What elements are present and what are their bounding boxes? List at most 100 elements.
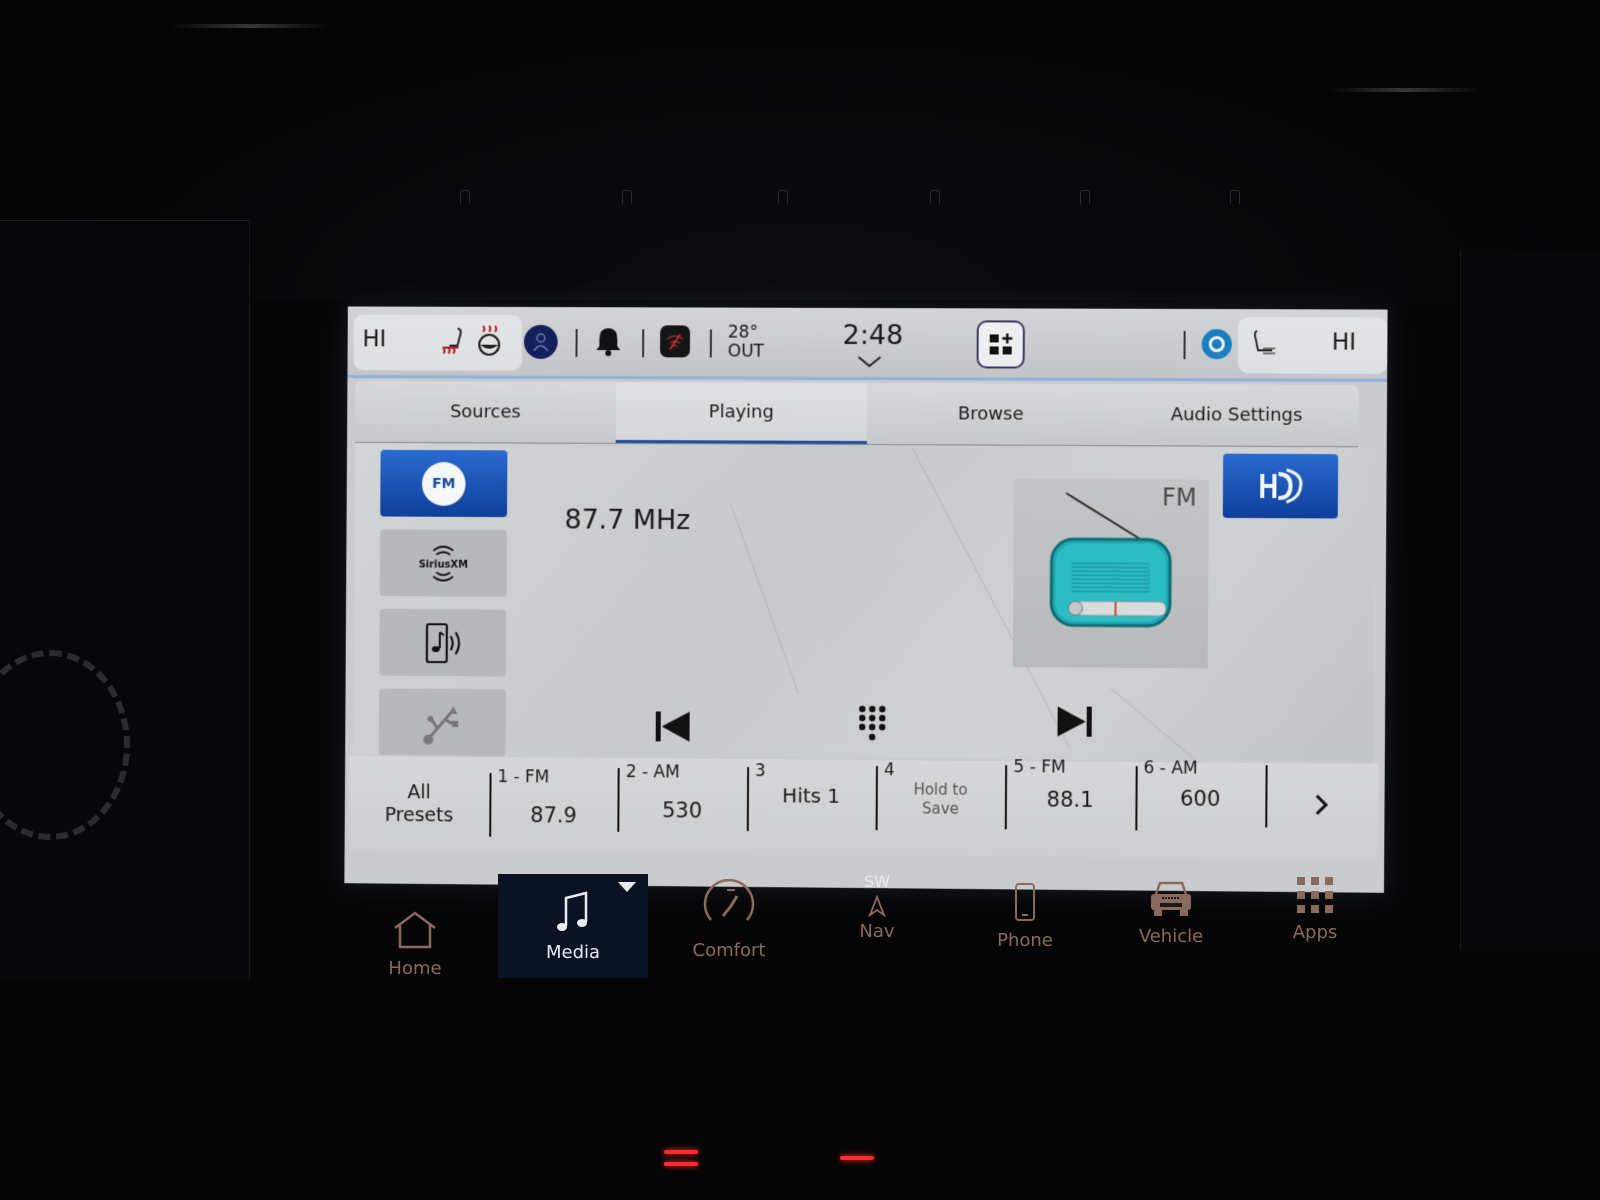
- divider: [709, 329, 712, 358]
- previous-track-icon: [655, 711, 690, 742]
- tab-sources[interactable]: Sources: [355, 381, 616, 443]
- clock[interactable]: 2:48: [843, 320, 904, 351]
- nav-vehicle[interactable]: Vehicle: [1096, 858, 1246, 968]
- nav-label: Apps: [1292, 922, 1338, 943]
- preset-value: 87.9: [530, 803, 577, 828]
- all-presets-label: Presets: [384, 803, 454, 827]
- nav-apps[interactable]: Apps: [1240, 854, 1390, 964]
- fm-icon: FM: [421, 461, 466, 506]
- usb-icon: [417, 699, 467, 745]
- nav-label: Media: [545, 942, 601, 963]
- status-bar: HI 28° OUT 2:48 HI: [347, 306, 1388, 382]
- alexa-icon[interactable]: [1201, 329, 1232, 360]
- hd-radio-icon: [1256, 466, 1305, 506]
- dropdown-caret-icon[interactable]: [618, 882, 636, 892]
- vehicle-icon: [1148, 858, 1194, 922]
- preset-4[interactable]: 4 Hold to Save: [875, 760, 1005, 857]
- heated-steering-wheel-icon[interactable]: [474, 323, 504, 359]
- preset-hint-line: Save: [921, 799, 959, 818]
- preset-hint: Hold to Save: [876, 780, 1006, 819]
- driver-profile-icon[interactable]: [523, 324, 558, 359]
- keypad-button[interactable]: [852, 702, 892, 746]
- preset-number: 1 - FM: [497, 767, 550, 788]
- next-button[interactable]: [1052, 701, 1096, 741]
- preset-number: 4: [883, 760, 895, 781]
- tab-playing[interactable]: Playing: [615, 382, 868, 445]
- preset-6[interactable]: 6 - AM 600: [1134, 758, 1266, 859]
- dashboard-left-panel: [0, 220, 250, 980]
- dashboard-right-panel: [1460, 250, 1600, 950]
- siriusxm-icon: SiriusXM: [419, 540, 468, 586]
- previous-button[interactable]: [651, 706, 695, 746]
- chevron-down-icon[interactable]: [856, 354, 882, 368]
- vent-edge: [1330, 88, 1480, 92]
- all-presets-label: All: [407, 781, 431, 804]
- preset-1[interactable]: 1 - FM 87.9: [489, 757, 618, 854]
- background-texture: [730, 505, 799, 694]
- preset-2[interactable]: 2 - AM 530: [617, 758, 747, 855]
- media-tabs: Sources Playing Browse Audio Settings: [354, 381, 1359, 448]
- vent-tab: [1080, 190, 1090, 204]
- chevron-right-icon: [1314, 793, 1330, 817]
- nav-label: Phone: [997, 930, 1053, 951]
- vent-edge: [170, 24, 330, 28]
- outside-temp-value: 28°: [727, 322, 758, 343]
- wifi-off-icon[interactable]: [659, 325, 691, 358]
- nav-phone[interactable]: Phone: [950, 862, 1100, 972]
- indicator-led: [840, 1156, 874, 1160]
- comfort-seat-icon: [701, 872, 757, 936]
- band-label: FM: [1161, 483, 1197, 512]
- svg-text:SiriusXM: SiriusXM: [419, 559, 468, 570]
- direct-tune-keypad-icon: [859, 705, 886, 741]
- next-track-icon: [1057, 706, 1092, 737]
- all-presets-button[interactable]: All Presets: [349, 756, 490, 853]
- preset-number: 2 - AM: [625, 762, 680, 783]
- ventilated-seat-icon[interactable]: [1250, 327, 1280, 361]
- app-grid-add-button[interactable]: [976, 320, 1025, 369]
- source-siriusxm-button[interactable]: SiriusXM: [379, 529, 507, 597]
- preset-value: 600: [1179, 786, 1221, 812]
- tab-audio-settings[interactable]: Audio Settings: [1115, 384, 1359, 446]
- home-icon: [392, 890, 438, 954]
- vent-tab: [622, 190, 632, 204]
- hd-radio-button[interactable]: HD: [1222, 453, 1339, 519]
- presets-next-button[interactable]: [1265, 763, 1379, 860]
- nav-label: Vehicle: [1138, 926, 1204, 947]
- outside-temperature: 28° OUT: [727, 322, 764, 362]
- source-usb-button[interactable]: [378, 688, 506, 757]
- tab-browse[interactable]: Browse: [867, 383, 1115, 445]
- heated-seat-icon[interactable]: [439, 325, 469, 359]
- music-note-icon: [556, 874, 590, 938]
- preset-value: 530: [662, 798, 703, 823]
- now-playing-panel: FM SiriusXM 87.7 MHz FM: [353, 443, 1375, 793]
- notification-bell-icon[interactable]: [593, 323, 623, 359]
- nav-home[interactable]: Home: [340, 890, 490, 1000]
- nav-navigation[interactable]: SW Nav: [802, 866, 952, 976]
- indicator-led: [664, 1150, 698, 1154]
- vent-tab: [930, 190, 940, 204]
- divider: [1265, 765, 1268, 828]
- preset-3[interactable]: 3 Hits 1: [746, 759, 876, 856]
- vent-tab: [778, 190, 788, 204]
- bluetooth-audio-icon: [418, 620, 468, 666]
- bottom-navigation: Home Media Comfort SW Nav Phone Vehicle: [340, 872, 1400, 990]
- station-artwork: FM: [1012, 478, 1209, 669]
- nav-label: Home: [388, 958, 442, 979]
- indicator-led: [664, 1162, 698, 1166]
- passenger-temp-setting[interactable]: HI: [1332, 329, 1356, 355]
- divider: [642, 329, 645, 358]
- driver-temp-setting[interactable]: HI: [362, 326, 386, 352]
- nav-media[interactable]: Media: [498, 874, 648, 978]
- source-fm-button[interactable]: FM: [380, 449, 508, 518]
- infotainment-screen: HI 28° OUT 2:48 HI Sources Playing Brows…: [344, 306, 1388, 893]
- source-bluetooth-audio-button[interactable]: [379, 608, 507, 677]
- nav-label: Comfort: [692, 940, 766, 961]
- preset-station-name: Hits 1: [782, 783, 841, 808]
- preset-value: 88.1: [1046, 787, 1094, 812]
- preset-bar: All Presets 1 - FM 87.9 2 - AM 530 3 Hit…: [348, 755, 1379, 861]
- phone-icon: [1014, 862, 1036, 926]
- nav-comfort[interactable]: Comfort: [654, 872, 804, 982]
- outside-temp-label: OUT: [727, 341, 764, 362]
- preset-5[interactable]: 5 - FM 88.1: [1005, 757, 1135, 858]
- nav-arrow-icon: [868, 891, 886, 921]
